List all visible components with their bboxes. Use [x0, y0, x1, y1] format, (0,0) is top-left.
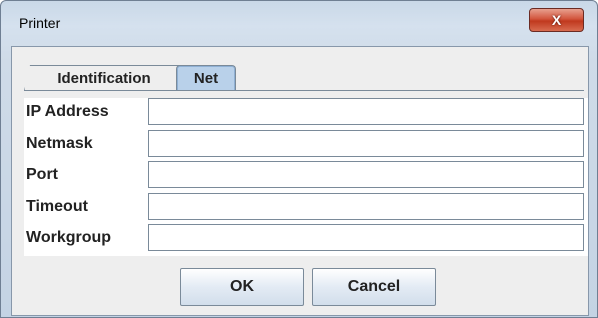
cancel-button-label: Cancel: [347, 278, 401, 295]
tab-strip: Identification Net: [12, 47, 588, 91]
ip-address-input[interactable]: [148, 98, 584, 125]
netmask-input[interactable]: [148, 130, 584, 157]
close-button[interactable]: X: [529, 8, 584, 32]
tab-identification[interactable]: Identification: [24, 65, 184, 91]
tab-net[interactable]: Net: [176, 65, 236, 91]
ok-button[interactable]: OK: [180, 268, 304, 306]
title-bar[interactable]: Printer X: [1, 1, 597, 45]
port-input[interactable]: [148, 161, 584, 188]
timeout-row: Timeout: [24, 193, 588, 220]
dialog-content: Identification Net IP Address Netmask Po…: [11, 46, 589, 316]
ip-address-row: IP Address: [24, 98, 588, 125]
workgroup-input[interactable]: [148, 224, 584, 251]
netmask-row: Netmask: [24, 130, 588, 157]
ip-address-label: IP Address: [26, 103, 109, 120]
netmask-label: Netmask: [26, 135, 93, 152]
tab-divider: [24, 90, 584, 91]
workgroup-row: Workgroup: [24, 224, 588, 251]
workgroup-label: Workgroup: [26, 229, 112, 246]
window-title: Printer: [19, 15, 61, 31]
timeout-label: Timeout: [26, 198, 88, 215]
ok-button-label: OK: [230, 278, 254, 295]
close-icon: X: [551, 12, 562, 28]
tab-net-label: Net: [193, 70, 219, 87]
tab-identification-label: Identification: [57, 70, 151, 87]
printer-dialog: Printer X Identification Net IP Address …: [0, 0, 598, 318]
port-label: Port: [26, 166, 58, 183]
net-settings-form: IP Address Netmask Port Timeout Workgrou…: [24, 98, 588, 256]
cancel-button[interactable]: Cancel: [312, 268, 436, 306]
port-row: Port: [24, 161, 588, 188]
timeout-input[interactable]: [148, 193, 584, 220]
